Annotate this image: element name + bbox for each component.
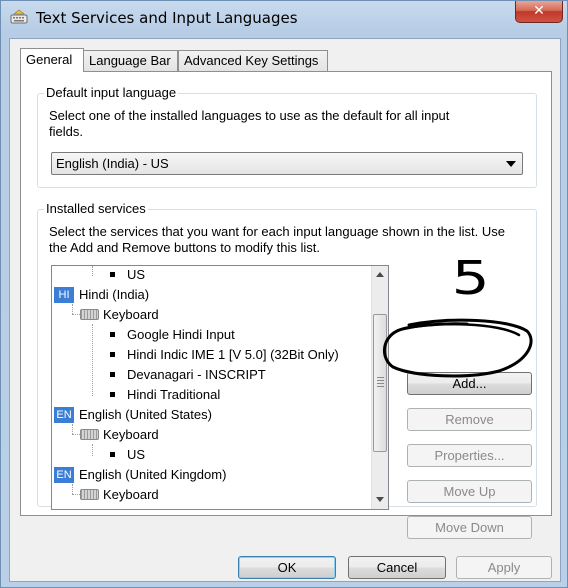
default-language-value: English (India) - US [56,156,169,171]
tree-item-label: English (United Kingdom) [79,467,227,482]
bullet-icon [110,372,115,378]
chevron-up-icon [376,272,384,277]
tree-item-service[interactable]: Hindi Traditional [110,385,220,405]
tree-item-label: Hindi (India) [79,287,150,302]
tree-item-service[interactable]: Hindi Indic IME 1 [V 5.0] (32Bit Only) [110,345,339,365]
dialog-window: Text Services and Input Languages ✕ Gene… [0,0,568,588]
tree-item-label: Keyboard [103,427,159,442]
remove-button[interactable]: Remove [407,408,532,431]
tree-vertical-scrollbar[interactable] [371,266,388,509]
tree-item-label: Keyboard [103,307,159,322]
keyboard-icon [80,489,99,501]
tree-item-category-keyboard[interactable]: Keyboard [80,425,159,445]
tree-item-label: Keyboard [103,487,159,502]
bullet-icon [110,392,115,398]
installed-services-group-label: Installed services [44,201,148,216]
move-down-button-label: Move Down [435,520,504,535]
tree-item-label: Google Hindi Input [127,327,235,342]
move-up-button[interactable]: Move Up [407,480,532,503]
properties-button[interactable]: Properties... [407,444,532,467]
close-icon: ✕ [533,3,545,19]
apply-button-label: Apply [487,560,521,575]
dialog-client: General Language Bar Advanced Key Settin… [9,38,561,582]
chevron-down-icon [506,161,516,167]
tree-item-service[interactable]: Devanagari - INSCRIPT [110,365,266,385]
language-badge-icon: EN [54,406,74,423]
tree-item-label: English (United States) [79,407,212,422]
keyboard-icon [80,429,99,441]
keyboard-icon [80,309,99,321]
tree-item-label: Hindi Indic IME 1 [V 5.0] (32Bit Only) [127,347,339,362]
installed-services-description-1: Select the services that you want for ea… [49,224,505,239]
add-button[interactable]: Add... [407,372,532,395]
tree-item-language-hindi[interactable]: HI Hindi (India) [54,285,149,305]
ok-button[interactable]: OK [238,556,336,579]
scroll-thumb[interactable] [373,314,387,452]
installed-services-tree[interactable]: US HI Hindi (India) Keyboard Google Hindi… [51,265,389,510]
title-bar[interactable]: Text Services and Input Languages ✕ [1,1,567,37]
tree-item-language-english-us[interactable]: EN English (United States) [54,405,212,425]
tree-item-category-keyboard[interactable]: Keyboard [80,305,159,325]
tab-general[interactable]: General [20,48,84,72]
properties-button-label: Properties... [434,448,505,463]
grip-line [377,380,384,381]
bullet-icon [110,272,115,278]
bullet-icon [110,352,115,358]
language-badge-icon: EN [54,466,74,483]
default-language-description-2: fields. [49,124,83,139]
default-language-description-1: Select one of the installed languages to… [49,108,450,123]
tree-guide [72,304,73,314]
add-button-label: Add... [452,376,487,391]
tree-guide [92,266,93,276]
tree-item-label: US [127,267,146,282]
tab-advanced-key-settings[interactable]: Advanced Key Settings [178,50,328,71]
bullet-icon [110,452,115,458]
tab-language-bar[interactable]: Language Bar [83,50,178,71]
tree-guide [72,424,73,434]
grip-line [377,386,384,387]
window-title: Text Services and Input Languages [36,9,298,27]
tree-item-service[interactable]: US [110,445,145,465]
tree-guide [92,444,93,456]
tab-general-label: General [26,52,73,67]
grip-line [377,377,384,378]
apply-button[interactable]: Apply [456,556,552,579]
cancel-button-label: Cancel [376,560,418,575]
chevron-down-icon [376,497,384,502]
default-language-group-label: Default input language [44,85,179,100]
remove-button-label: Remove [445,412,494,427]
default-language-select[interactable]: English (India) - US [51,152,523,175]
tree-item-service[interactable]: Google Hindi Input [110,325,235,345]
grip-line [377,383,384,384]
ok-button-label: OK [277,560,297,575]
keyboard-app-icon [10,9,28,24]
scroll-up-button[interactable] [372,266,388,283]
bullet-icon [110,332,115,338]
tree-guide [92,324,93,396]
tab-language-bar-label: Language Bar [89,53,171,68]
installed-services-description-2: the Add and Remove buttons to modify thi… [49,240,320,255]
tree-item-label: US [127,447,146,462]
tree-guide [72,484,73,494]
move-up-button-label: Move Up [443,484,496,499]
scroll-down-button[interactable] [372,491,388,508]
tree-item-service[interactable]: US [110,266,146,285]
close-button[interactable]: ✕ [515,1,563,23]
tab-advanced-key-settings-label: Advanced Key Settings [184,53,319,68]
general-tab-panel: Default input language Select one of the… [20,71,552,539]
move-down-button[interactable]: Move Down [407,516,532,539]
tree-item-label: Hindi Traditional [127,387,221,402]
language-badge-icon: HI [54,286,74,303]
cancel-button[interactable]: Cancel [348,556,446,579]
tree-item-category-keyboard[interactable]: Keyboard [80,485,159,505]
tree-item-language-english-uk[interactable]: EN English (United Kingdom) [54,465,226,485]
tree-item-label: Devanagari - INSCRIPT [127,367,266,382]
